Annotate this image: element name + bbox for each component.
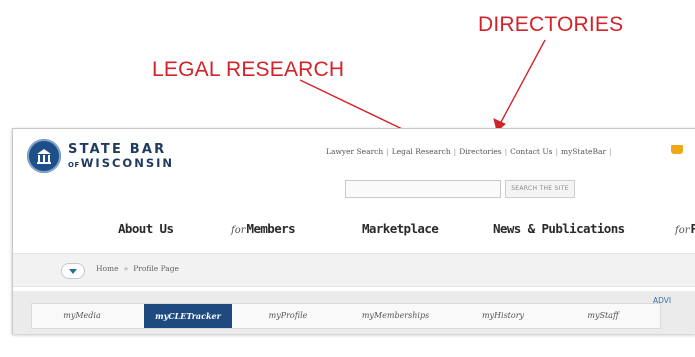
directories-arrow: [493, 39, 546, 132]
search-button[interactable]: SEARCH THE SITE: [505, 180, 575, 198]
utility-link-contact-us[interactable]: Contact Us: [510, 147, 552, 156]
tab-mycletracker[interactable]: myCLETracker: [144, 304, 232, 328]
main-nav: About Us forMembers Marketplace News & P…: [13, 221, 695, 245]
breadcrumb-current: Profile Page: [133, 264, 179, 273]
tab-myprofile[interactable]: myProfile: [238, 304, 338, 328]
tab-mymedia[interactable]: myMedia: [32, 304, 132, 328]
breadcrumb: Home » Profile Page: [96, 264, 179, 273]
nav-for-prefix: for: [231, 225, 246, 236]
advertise-link[interactable]: ADVI: [653, 296, 671, 305]
nav-for-public[interactable]: forP: [675, 221, 695, 236]
search-input[interactable]: [345, 180, 501, 198]
nav-about-us[interactable]: About Us: [118, 221, 174, 236]
nav-members-label: Members: [246, 221, 296, 236]
breadcrumb-bar: Home » Profile Page: [13, 253, 695, 287]
breadcrumb-home[interactable]: Home: [96, 264, 119, 273]
breadcrumb-separator: »: [123, 264, 129, 273]
logo-line-state-bar: STATE BAR: [68, 141, 167, 157]
logo-of: OF: [68, 160, 80, 169]
utility-link-legal-research[interactable]: Legal Research: [392, 147, 451, 156]
nav-news-publications[interactable]: News & Publications: [493, 221, 625, 236]
logo-line-wisconsin: WISCONSIN: [80, 155, 175, 170]
directories-callout-label: DIRECTORIES: [478, 13, 624, 36]
breadcrumb-toggle-button[interactable]: [61, 263, 85, 279]
utility-separator: |: [555, 147, 559, 156]
nav-news-publications-label: News & Publications: [493, 221, 625, 236]
nav-marketplace-label: Marketplace: [362, 221, 439, 236]
cart-icon[interactable]: [671, 145, 683, 154]
utility-link-mystatebar[interactable]: myStateBar: [561, 147, 606, 156]
tab-myhistory[interactable]: myHistory: [453, 304, 553, 328]
sub-nav-tabs: myMedia myCLETracker myProfile myMembers…: [31, 303, 661, 329]
utility-separator: |: [609, 147, 612, 156]
nav-about-us-label: About Us: [118, 221, 174, 236]
utility-nav: Lawyer Search | Legal Research | Directories…: [326, 147, 615, 156]
utility-separator: |: [504, 147, 508, 156]
utility-link-lawyer-search[interactable]: Lawyer Search: [326, 147, 383, 156]
tab-mystaff[interactable]: myStaff: [553, 304, 653, 328]
profile-sub-nav: myMedia myCLETracker myProfile myMembers…: [13, 291, 695, 334]
nav-marketplace[interactable]: Marketplace: [362, 221, 439, 236]
utility-link-directories[interactable]: Directories: [459, 147, 501, 156]
chevron-down-icon: [69, 269, 77, 274]
legal-research-callout-label: LEGAL RESEARCH: [152, 58, 345, 81]
nav-for-members[interactable]: forMembers: [231, 221, 296, 236]
nav-for-prefix: for: [675, 225, 690, 236]
nav-public-label: P: [691, 221, 695, 236]
utility-separator: |: [453, 147, 457, 156]
state-bar-logo[interactable]: STATE BAR OFWISCONSIN: [27, 139, 174, 173]
capitol-seal-icon: [27, 139, 61, 173]
website-screenshot: STATE BAR OFWISCONSIN Lawyer Search | Lega…: [12, 128, 695, 334]
utility-separator: |: [386, 147, 389, 156]
tab-mymemberships[interactable]: myMemberships: [338, 304, 453, 328]
